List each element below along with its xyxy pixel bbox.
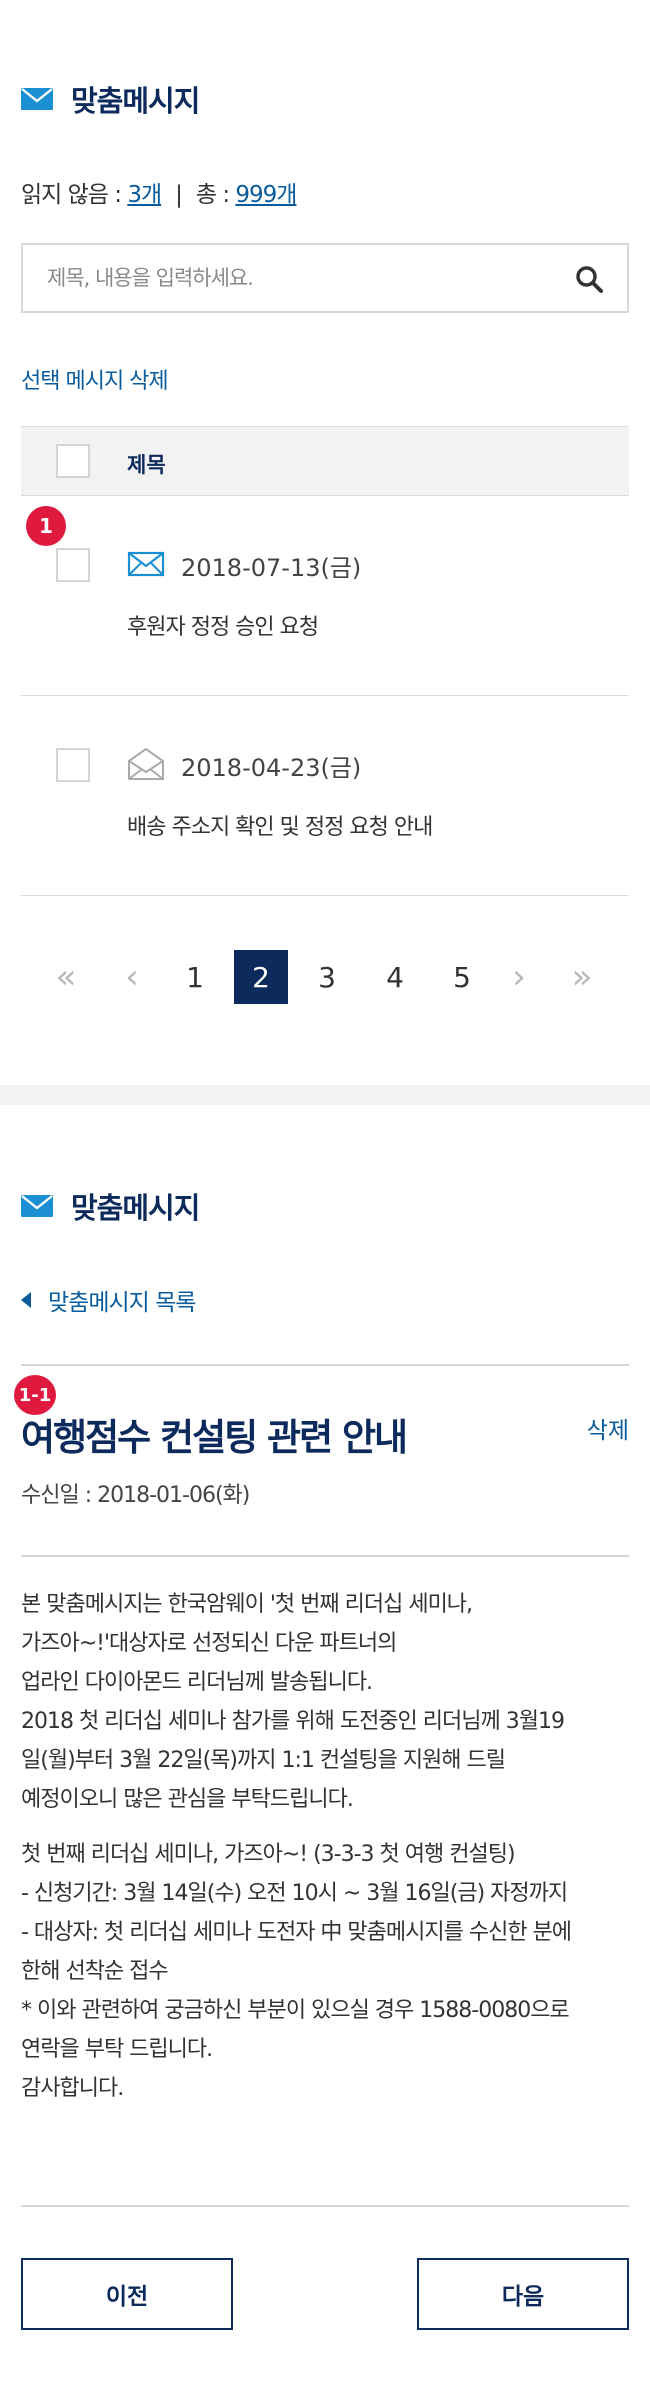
message-row[interactable]: 2018-04-23(금) 배송 주소지 확인 및 정정 요청 안내 [21, 696, 629, 896]
message-date: 2018-04-23(금) [181, 754, 362, 782]
message-detail-section: 맞춤메시지 맞춤메시지 목록 1-1 여행점수 컨설팅 관련 안내 삭제 수신일… [0, 1105, 650, 2408]
column-header-title: 제목 [127, 453, 166, 477]
message-row[interactable]: 1 2018-07-13(금) 후원자 정정 승인 요청 [21, 496, 629, 696]
count-separator: | [175, 182, 183, 208]
page-5-button[interactable]: 5 [435, 950, 489, 1004]
prev-message-button[interactable]: 이전 [21, 2258, 233, 2330]
back-to-list-link[interactable]: 맞춤메시지 목록 [21, 1283, 196, 1317]
body-line: 본 맞춤메시지는 한국암웨이 '첫 번째 리더십 세미나, [21, 1592, 473, 1617]
page-1-button[interactable]: 1 [168, 950, 222, 1004]
envelope-read-icon [128, 748, 164, 780]
received-date: 수신일 : 2018-01-06(화) [21, 1483, 250, 1508]
page-title: 맞춤메시지 [71, 84, 200, 118]
prev-page-button[interactable]: ‹ [105, 950, 159, 1004]
body-line: 감사합니다. [21, 2076, 124, 2101]
mail-icon [21, 1195, 53, 1217]
next-message-button[interactable]: 다음 [417, 2258, 629, 2330]
body-line: 연락을 부탁 드립니다. [21, 2037, 213, 2062]
divider [21, 1555, 629, 1557]
annotation-badge: 1 [26, 506, 66, 546]
mail-icon [21, 88, 53, 110]
last-page-button[interactable]: » [555, 950, 609, 1004]
body-line: - 신청기간: 3월 14일(수) 오전 10시 ~ 3월 16일(금) 자정까… [21, 1881, 568, 1906]
envelope-unread-icon [127, 551, 165, 577]
body-line: 첫 번째 리더십 세미나, 가즈아~! (3-3-3 첫 여행 컨설팅) [21, 1842, 516, 1867]
row-checkbox[interactable] [56, 748, 90, 782]
body-line: * 이와 관련하여 궁금하신 부분이 있으실 경우 1588-0080으로 [21, 1998, 570, 2023]
delete-link[interactable]: 삭제 [587, 1411, 629, 1445]
row-checkbox[interactable] [56, 548, 90, 582]
message-subject[interactable]: 배송 주소지 확인 및 정정 요청 안내 [127, 809, 433, 841]
back-to-list-label[interactable]: 맞춤메시지 목록 [48, 1283, 196, 1317]
section-divider [0, 1085, 650, 1105]
message-list-section: 맞춤메시지 읽지 않음 : 3개 | 총 : 999개 선택 메시지 삭제 제목 1… [0, 0, 650, 1085]
search-box [21, 243, 629, 313]
message-body-paragraph-2: 첫 번째 리더십 세미나, 가즈아~! (3-3-3 첫 여행 컨설팅) - 신… [21, 1835, 631, 2108]
message-title: 여행점수 컨설팅 관련 안내 [21, 1416, 408, 1459]
message-date: 2018-07-13(금) [181, 554, 362, 582]
body-line: 가즈아~!'대상자로 선정되신 다운 파트너의 [21, 1631, 397, 1656]
delete-selected-link[interactable]: 선택 메시지 삭제 [21, 363, 169, 395]
first-page-button[interactable]: « [39, 950, 93, 1004]
next-page-button[interactable]: › [492, 950, 546, 1004]
caret-left-icon [21, 1292, 31, 1308]
total-count-link[interactable]: 999개 [235, 182, 297, 208]
page-2-button[interactable]: 2 [234, 950, 288, 1004]
divider [21, 2205, 629, 2207]
search-icon[interactable] [575, 265, 603, 293]
total-label: 총 : [195, 182, 236, 208]
pagination: « ‹ 1 2 3 4 5 › » [0, 950, 650, 1004]
divider [21, 1364, 629, 1366]
message-subject[interactable]: 후원자 정정 승인 요청 [127, 609, 319, 641]
body-line: - 대상자: 첫 리더십 세미나 도전자 中 맞춤메시지를 수신한 분에 [21, 1920, 572, 1945]
search-input[interactable] [47, 245, 567, 311]
unread-label: 읽지 않음 : [21, 182, 128, 208]
table-header: 제목 [21, 426, 629, 496]
body-line: 일(월)부터 3월 22일(목)까지 1:1 컨설팅을 지원해 드릴 [21, 1748, 506, 1773]
list-header: 맞춤메시지 [21, 78, 200, 120]
body-line: 2018 첫 리더십 세미나 참가를 위해 도전중인 리더님께 3월19 [21, 1709, 565, 1734]
select-all-checkbox[interactable] [56, 444, 90, 478]
body-line: 업라인 다이아몬드 리더님께 발송됩니다. [21, 1670, 373, 1695]
body-line: 한해 선착순 접수 [21, 1959, 169, 1984]
body-line: 예정이오니 많은 관심을 부탁드립니다. [21, 1787, 354, 1812]
message-counts: 읽지 않음 : 3개 | 총 : 999개 [21, 175, 297, 209]
detail-header: 맞춤메시지 [21, 1185, 200, 1227]
page-4-button[interactable]: 4 [368, 950, 422, 1004]
page-3-button[interactable]: 3 [300, 950, 354, 1004]
page-title: 맞춤메시지 [71, 1191, 200, 1225]
unread-count-link[interactable]: 3개 [127, 182, 162, 208]
message-body-paragraph-1: 본 맞춤메시지는 한국암웨이 '첫 번째 리더십 세미나, 가즈아~!'대상자로… [21, 1585, 631, 1819]
